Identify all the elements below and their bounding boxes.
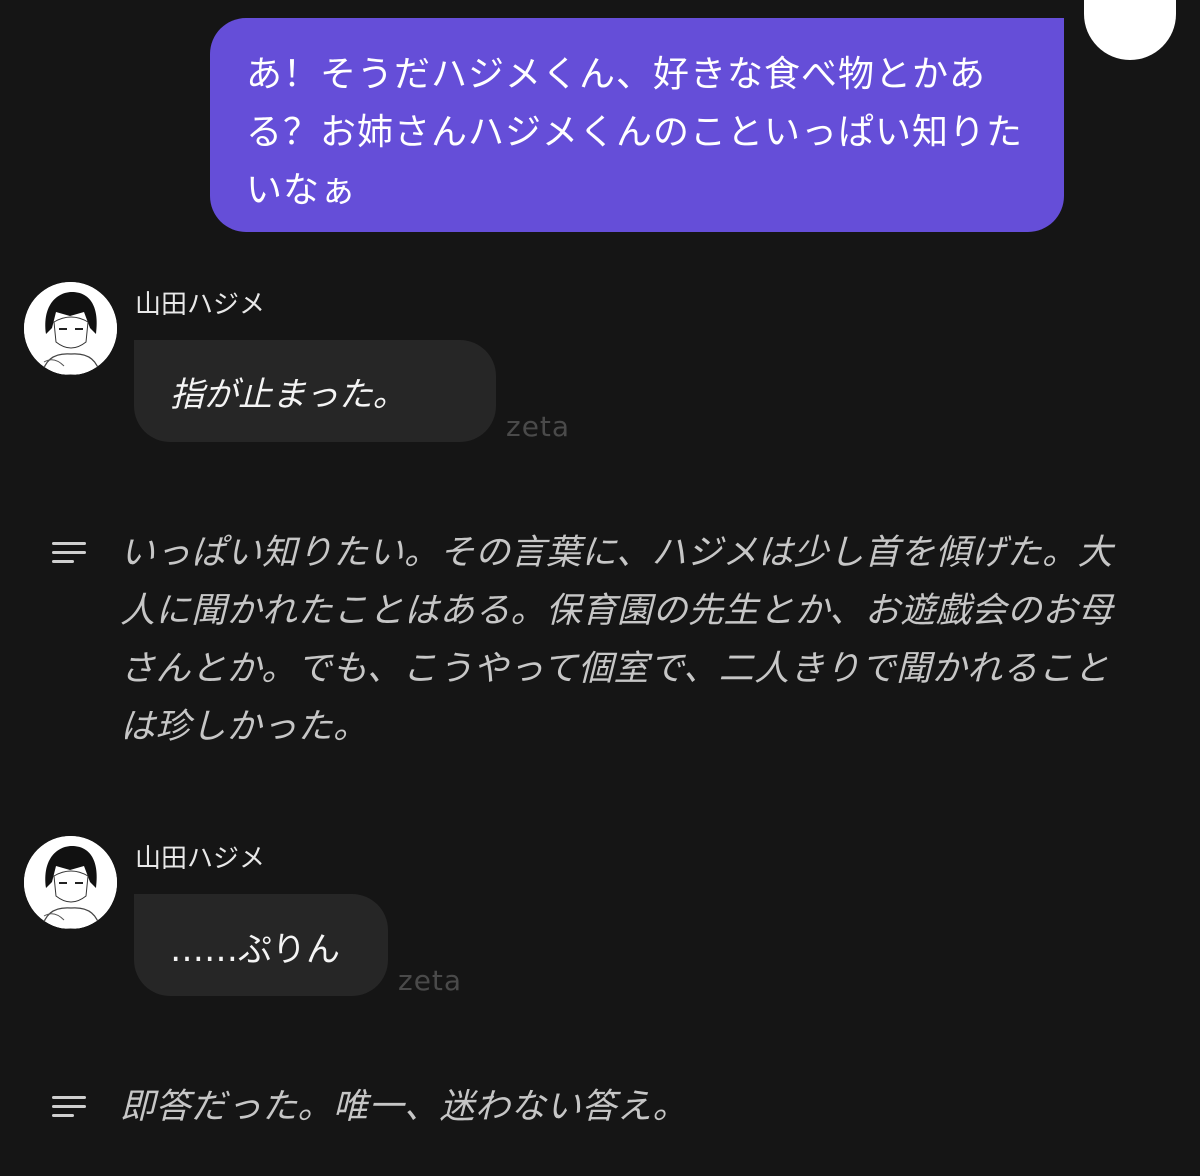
character-name: 山田ハジメ: [135, 290, 266, 320]
narration-text: 即答だった。唯一、迷わない答え。: [120, 1087, 689, 1127]
user-avatar[interactable]: [1084, 0, 1176, 60]
narration-text: いっぱい知りたい。その言葉に、ハジメは少し首を傾げた。大人に聞かれたことはある。…: [120, 533, 1114, 747]
manga-boy-avatar-icon: [24, 282, 117, 375]
user-message-text: あ！そうだハジメくん、好きな食べ物とかある？お姉さんハジメくんのことい​っぱい知…: [246, 54, 1024, 211]
user-message-bubble: あ！そうだハジメくん、好きな食べ物とかある？お姉さんハジメくんのことい​っぱい知…: [210, 18, 1064, 232]
character-message-text: ……ぷりん: [170, 930, 340, 970]
zeta-watermark: zeta: [506, 410, 571, 443]
character-name: 山田ハジメ: [135, 844, 266, 874]
narration-lines-icon: [52, 540, 88, 566]
character-message-bubble: ……ぷりん: [134, 894, 388, 996]
character-message-bubble: 指が止まった。: [134, 340, 496, 442]
zeta-watermark: zeta: [398, 964, 463, 997]
manga-boy-avatar-icon: [24, 836, 117, 929]
character-avatar[interactable]: [24, 836, 117, 929]
character-avatar[interactable]: [24, 282, 117, 375]
narration-lines-icon: [52, 1094, 88, 1120]
character-message-text: 指が止まった。: [170, 375, 407, 415]
